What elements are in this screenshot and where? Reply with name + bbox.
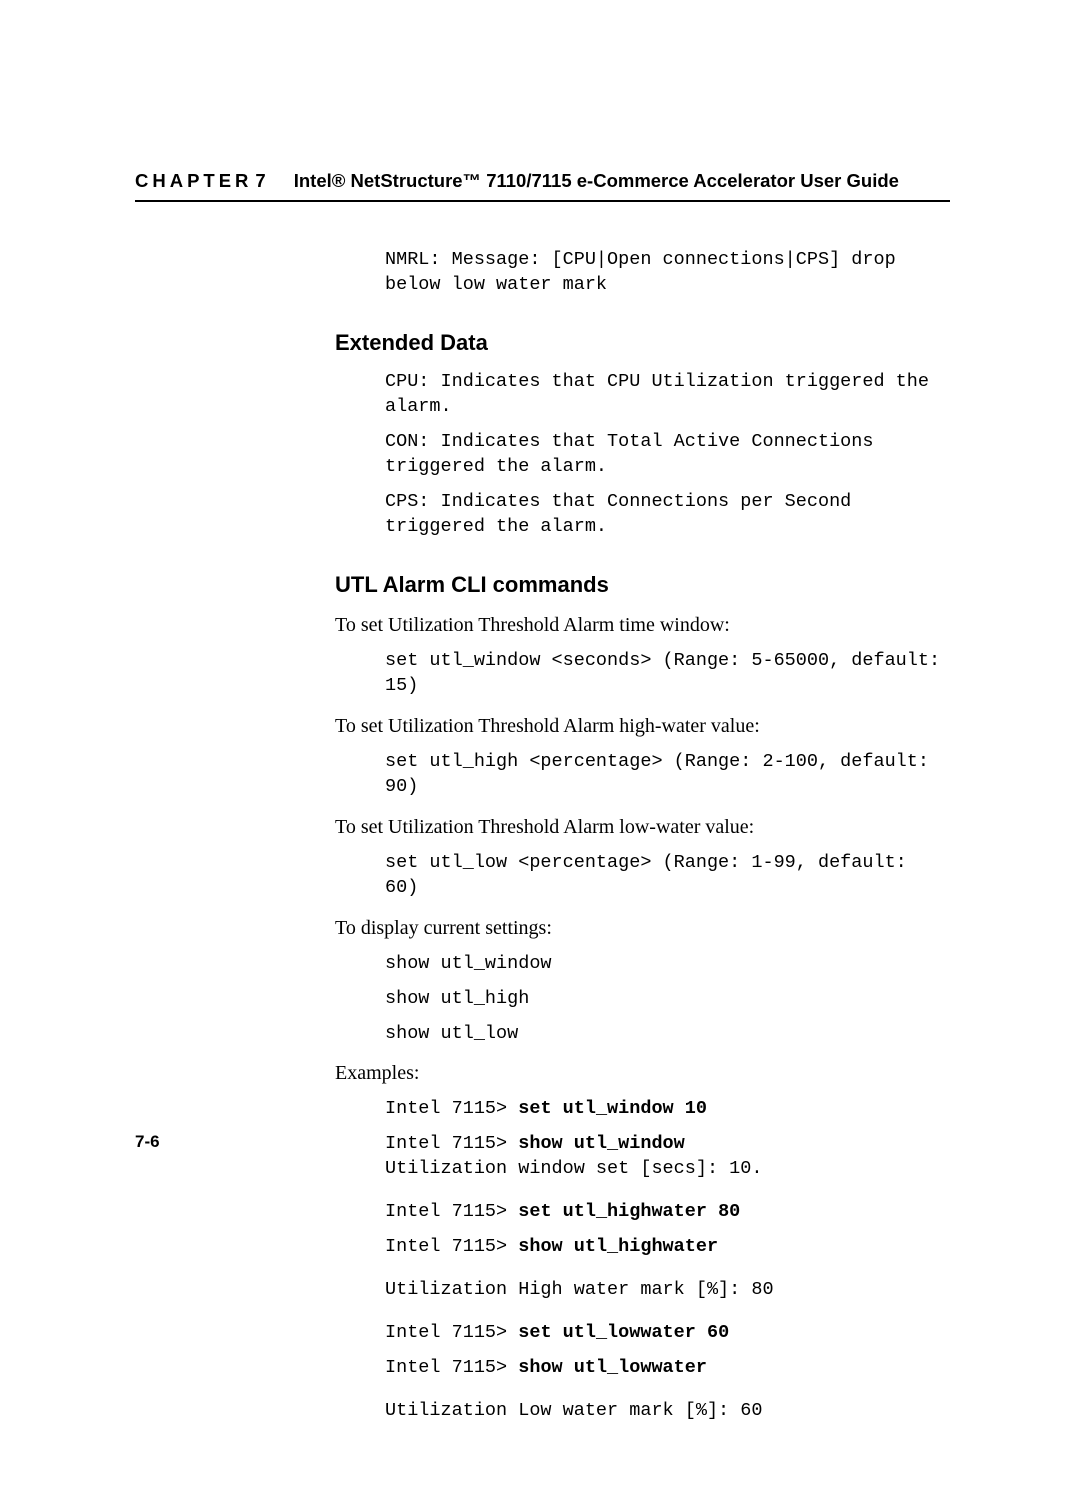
heading-utl-alarm-cli: UTL Alarm CLI commands (335, 572, 950, 598)
para-set-window: To set Utilization Threshold Alarm time … (335, 612, 950, 639)
example-output: Utilization window set [secs]: 10. (385, 1157, 950, 1182)
para-examples: Examples: (335, 1060, 950, 1087)
example-output: Utilization High water mark [%]: 80 (385, 1278, 950, 1303)
intro-code: NMRL: Message: [CPU|Open connections|CPS… (385, 248, 950, 298)
page-number: 7-6 (135, 1132, 160, 1152)
heading-extended-data: Extended Data (335, 330, 950, 356)
cli-command: show utl_highwater (518, 1236, 718, 1257)
cli-command: set utl_highwater 80 (518, 1201, 740, 1222)
chapter-word: CHAPTER (135, 170, 252, 192)
example-line: Intel 7115> set utl_highwater 80 (385, 1200, 950, 1225)
page-header: CHAPTER 7 Intel® NetStructure™ 7110/7115… (135, 170, 950, 192)
cli-command: set utl_lowwater 60 (518, 1322, 729, 1343)
para-display: To display current settings: (335, 915, 950, 942)
cli-command: show utl_lowwater (518, 1357, 707, 1378)
example-output: Utilization Low water mark [%]: 60 (385, 1399, 950, 1424)
page: CHAPTER 7 Intel® NetStructure™ 7110/7115… (0, 0, 1080, 1504)
para-set-low: To set Utilization Threshold Alarm low-w… (335, 814, 950, 841)
cli-command: set utl_window 10 (518, 1098, 707, 1119)
code-show-low: show utl_low (385, 1022, 950, 1047)
code-set-window: set utl_window <seconds> (Range: 5-65000… (385, 649, 950, 699)
code-set-low: set utl_low <percentage> (Range: 1-99, d… (385, 851, 950, 901)
example-line: Intel 7115> show utl_lowwater (385, 1356, 950, 1381)
example-line: Intel 7115> show utl_window (385, 1132, 950, 1157)
chapter-number: 7 (255, 170, 265, 192)
para-set-high: To set Utilization Threshold Alarm high-… (335, 713, 950, 740)
code-show-window: show utl_window (385, 952, 950, 977)
header-rule (135, 200, 950, 202)
example-line: Intel 7115> show utl_highwater (385, 1235, 950, 1260)
code-show-high: show utl_high (385, 987, 950, 1012)
cli-prompt: Intel 7115> (385, 1236, 518, 1257)
extended-data-line: CPU: Indicates that CPU Utilization trig… (385, 370, 950, 420)
cli-prompt: Intel 7115> (385, 1357, 518, 1378)
header-title: Intel® NetStructure™ 7110/7115 e-Commerc… (294, 170, 899, 192)
code-set-high: set utl_high <percentage> (Range: 2-100,… (385, 750, 950, 800)
cli-prompt: Intel 7115> (385, 1322, 518, 1343)
extended-data-line: CPS: Indicates that Connections per Seco… (385, 490, 950, 540)
example-line: Intel 7115> set utl_lowwater 60 (385, 1321, 950, 1346)
page-content: NMRL: Message: [CPU|Open connections|CPS… (335, 248, 950, 1424)
cli-command: show utl_window (518, 1133, 685, 1154)
cli-prompt: Intel 7115> (385, 1133, 518, 1154)
cli-prompt: Intel 7115> (385, 1201, 518, 1222)
example-line: Intel 7115> set utl_window 10 (385, 1097, 950, 1122)
cli-prompt: Intel 7115> (385, 1098, 518, 1119)
extended-data-line: CON: Indicates that Total Active Connect… (385, 430, 950, 480)
